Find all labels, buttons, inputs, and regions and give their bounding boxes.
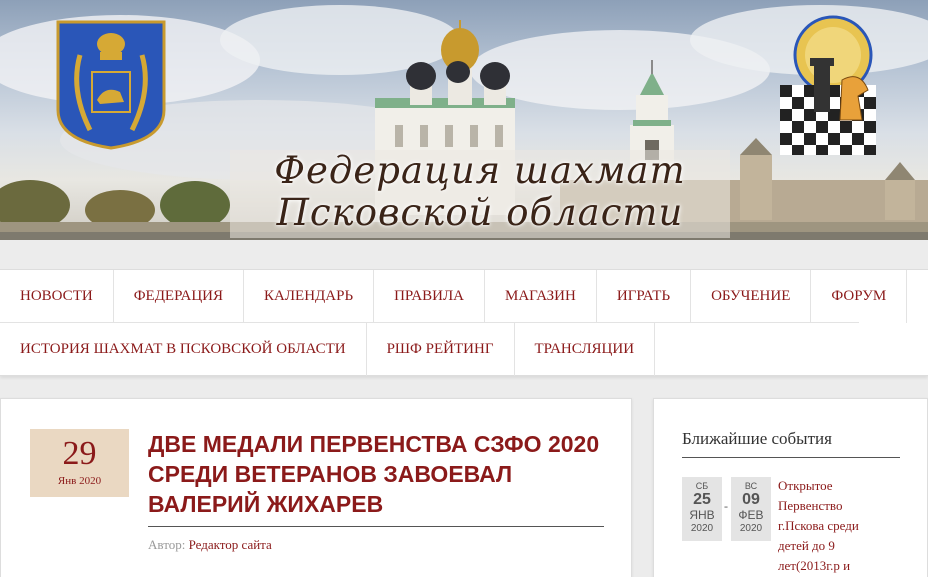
- event-end-month: ФЕВ: [738, 508, 764, 522]
- nav-item-history[interactable]: ИСТОРИЯ ШАХМАТ В ПСКОВСКОЙ ОБЛАСТИ: [0, 323, 367, 376]
- event-start-dow: СБ: [695, 481, 709, 491]
- article-card: 29 Янв 2020 ДВЕ МЕДАЛИ ПЕРВЕНСТВА СЗФО 2…: [0, 398, 632, 577]
- nav-row-2: ИСТОРИЯ ШАХМАТ В ПСКОВСКОЙ ОБЛАСТИ РШФ Р…: [0, 323, 656, 376]
- nav-item-calendar[interactable]: КАЛЕНДАРЬ: [244, 270, 375, 323]
- site-title-line1: Федерация шахмат: [274, 149, 686, 192]
- nav-item-shop[interactable]: МАГАЗИН: [485, 270, 597, 323]
- nav-item-federation[interactable]: ФЕДЕРАЦИЯ: [114, 270, 245, 323]
- banner-gap: [0, 240, 928, 268]
- event-start-day: 25: [693, 491, 711, 508]
- article-date-badge: 29 Янв 2020: [30, 429, 129, 497]
- event-date-separator: -: [724, 499, 728, 513]
- event-end-day: 09: [742, 491, 760, 508]
- pskov-coat-of-arms-icon: [56, 20, 166, 150]
- event-start-month: ЯНВ: [689, 508, 715, 522]
- nav-item-rules[interactable]: ПРАВИЛА: [374, 270, 485, 323]
- sidebar-divider: [682, 457, 900, 458]
- article-title[interactable]: ДВЕ МЕДАЛИ ПЕРВЕНСТВА СЗФО 2020 СРЕДИ ВЕ…: [148, 429, 603, 519]
- event-start-date: СБ 25 ЯНВ 2020: [682, 477, 722, 541]
- author-link[interactable]: Редактор сайта: [189, 537, 272, 552]
- main-navigation: НОВОСТИ ФЕДЕРАЦИЯ КАЛЕНДАРЬ ПРАВИЛА МАГА…: [0, 269, 928, 376]
- header-banner: Федерация шахмат Псковской области: [0, 0, 928, 240]
- article-date-day: 29: [62, 435, 97, 472]
- event-end-year: 2020: [739, 523, 763, 534]
- sidebar-title: Ближайшие события: [682, 429, 832, 448]
- event-end-dow: ВС: [744, 481, 758, 491]
- article-meta: Автор: Редактор сайта: [148, 537, 272, 553]
- event-title-link[interactable]: Открытое Первенство г.Пскова среди детей…: [778, 476, 888, 576]
- author-label: Автор:: [148, 537, 186, 552]
- event-start-year: 2020: [690, 523, 714, 534]
- article-divider: [148, 526, 604, 527]
- nav-item-news[interactable]: НОВОСТИ: [0, 270, 114, 323]
- site-title-line2: Псковской области: [276, 191, 684, 234]
- nav-item-forum[interactable]: ФОРУМ: [811, 270, 908, 323]
- article-date-month-year: Янв 2020: [57, 475, 102, 487]
- site-title[interactable]: Федерация шахмат Псковской области: [230, 150, 730, 238]
- nav-item-learning[interactable]: ОБУЧЕНИЕ: [691, 270, 812, 323]
- nav-row-1: НОВОСТИ ФЕДЕРАЦИЯ КАЛЕНДАРЬ ПРАВИЛА МАГА…: [0, 270, 908, 323]
- nav-item-broadcasts[interactable]: ТРАНСЛЯЦИИ: [515, 323, 656, 376]
- nav-item-play[interactable]: ИГРАТЬ: [597, 270, 692, 323]
- nav-item-rating[interactable]: РШФ РЕЙТИНГ: [367, 323, 515, 376]
- event-end-date: ВС 09 ФЕВ 2020: [731, 477, 771, 541]
- sidebar-events: Ближайшие события СБ 25 ЯНВ 2020 - ВС 09…: [653, 398, 928, 577]
